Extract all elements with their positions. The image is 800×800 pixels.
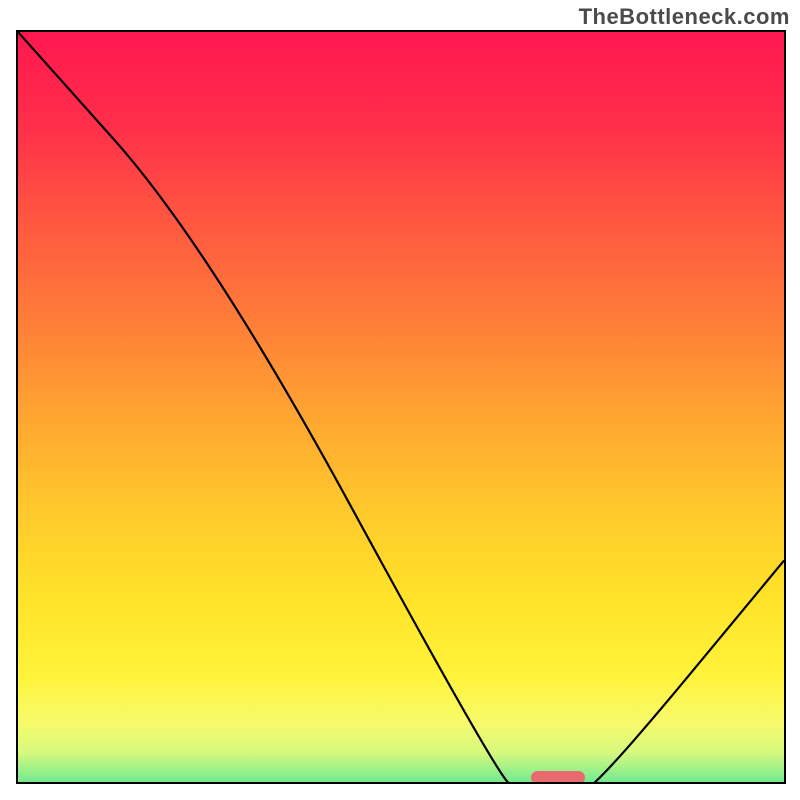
watermark-text: TheBottleneck.com (579, 4, 790, 30)
curve-path (18, 32, 784, 784)
optimal-marker (531, 771, 585, 784)
bottleneck-curve (18, 32, 784, 784)
chart-frame: TheBottleneck.com (0, 0, 800, 800)
plot-area (16, 30, 786, 784)
